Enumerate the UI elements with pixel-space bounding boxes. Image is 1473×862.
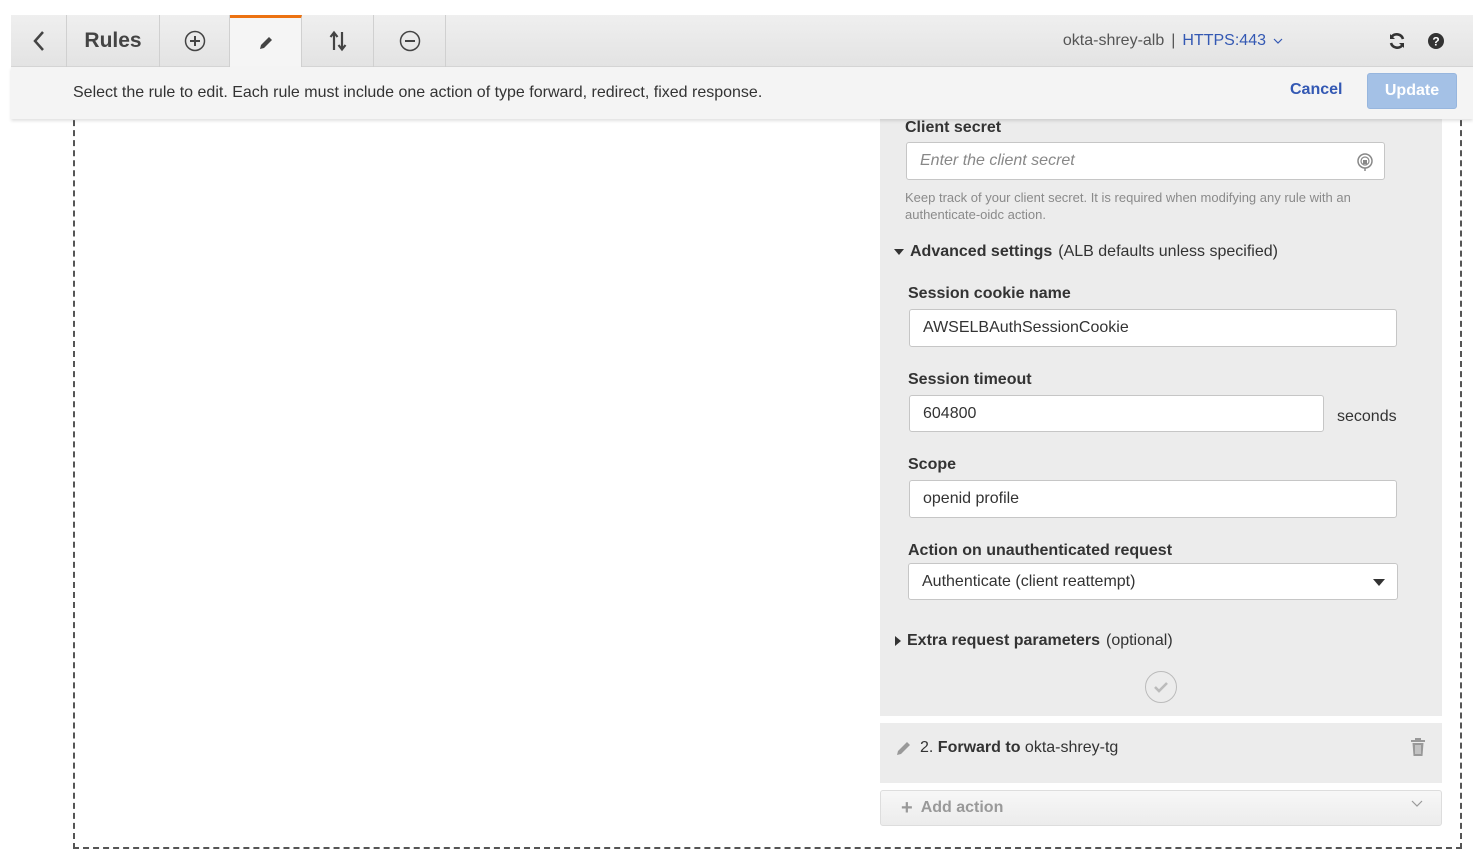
load-balancer-name: okta-shrey-alb: [1062, 32, 1165, 49]
session-timeout-input[interactable]: 604800: [909, 395, 1324, 432]
cancel-button[interactable]: Cancel: [1290, 81, 1342, 99]
extra-params-toggle[interactable]: Extra request parameters (optional): [895, 632, 1173, 650]
client-secret-placeholder: Enter the client secret: [920, 152, 1075, 169]
rules-toolbar: Rules okta-shrey-alb | HTTPS:443 ?: [11, 15, 1473, 68]
delete-rules-button[interactable]: [374, 15, 446, 67]
client-secret-hint: Keep track of your client secret. It is …: [905, 190, 1351, 222]
chevron-down-icon: [1273, 38, 1283, 44]
update-button[interactable]: Update: [1367, 73, 1457, 109]
unauth-action-label: Action on unauthenticated request: [908, 542, 1173, 559]
client-secret-input[interactable]: Enter the client secret: [906, 142, 1385, 180]
checkmark-icon: [1154, 682, 1168, 693]
unauth-action-value: Authenticate (client reattempt): [922, 572, 1136, 590]
pencil-icon: [259, 37, 272, 49]
client-secret-label: Client secret: [905, 119, 1002, 136]
plus-circle-icon: [184, 30, 205, 52]
extra-params-subtitle: (optional): [1105, 632, 1173, 649]
caret-down-icon: [1373, 579, 1385, 586]
session-cookie-value: AWSELBAuthSessionCookie: [923, 319, 1129, 336]
help-icon: ?: [1428, 33, 1444, 49]
session-cookie-label: Session cookie name: [908, 285, 1071, 302]
target-group-name: okta-shrey-tg: [1024, 739, 1119, 756]
add-rule-button[interactable]: [160, 15, 230, 67]
session-timeout-label: Session timeout: [908, 371, 1032, 388]
password-key-icon: [1357, 153, 1373, 171]
separator: |: [1171, 32, 1176, 49]
back-button[interactable]: [11, 15, 67, 67]
chevron-down-icon: [1411, 800, 1423, 807]
session-timeout-value: 604800: [923, 404, 977, 422]
trash-icon[interactable]: [1410, 737, 1426, 757]
scope-input[interactable]: openid profile: [909, 480, 1397, 518]
sort-arrows-icon: [329, 30, 346, 52]
help-button[interactable]: ?: [1422, 27, 1450, 55]
edit-rules-tab[interactable]: [230, 15, 302, 68]
advanced-settings-subtitle: (ALB defaults unless specified): [1058, 243, 1278, 260]
session-timeout-unit: seconds: [1337, 408, 1397, 425]
pencil-icon: [897, 742, 910, 755]
edit-info-bar: Select the rule to edit. Each rule must …: [11, 67, 1473, 119]
advanced-settings-toggle[interactable]: Advanced settings (ALB defaults unless s…: [894, 243, 1278, 261]
authenticate-action-panel: Client secret Enter the client secret Ke…: [880, 119, 1442, 716]
action-number: 2.: [920, 739, 934, 756]
confirm-action-button[interactable]: [1145, 671, 1177, 703]
refresh-button[interactable]: [1383, 27, 1411, 55]
listener-label: HTTPS:443: [1182, 32, 1266, 49]
caret-down-icon: [894, 249, 904, 255]
caret-right-icon: [895, 636, 901, 646]
plus-icon: +: [901, 796, 913, 819]
add-action-dropdown[interactable]: + Add action: [880, 790, 1442, 826]
action-verb: Forward to: [937, 739, 1021, 756]
toolbar-title: Rules: [67, 15, 160, 67]
session-cookie-input[interactable]: AWSELBAuthSessionCookie: [909, 309, 1397, 347]
listener-dropdown[interactable]: HTTPS:443: [1182, 32, 1283, 50]
forward-action-text: 2. Forward to okta-shrey-tg: [920, 739, 1118, 757]
advanced-settings-title: Advanced settings: [910, 243, 1053, 260]
svg-text:?: ?: [1432, 35, 1439, 49]
scope-value: openid profile: [923, 490, 1020, 507]
forward-action-row[interactable]: 2. Forward to okta-shrey-tg: [880, 723, 1442, 783]
listener-info: okta-shrey-alb | HTTPS:443: [1063, 15, 1283, 67]
extra-params-title: Extra request parameters: [907, 632, 1100, 649]
scope-label: Scope: [908, 456, 957, 473]
refresh-icon: [1389, 33, 1405, 49]
reorder-rules-button[interactable]: [302, 15, 374, 67]
unauth-action-select[interactable]: Authenticate (client reattempt): [908, 563, 1398, 600]
minus-circle-icon: [399, 30, 420, 52]
add-action-label: Add action: [920, 799, 1004, 816]
chevron-left-icon: [32, 31, 44, 51]
instruction-text: Select the rule to edit. Each rule must …: [73, 84, 763, 101]
